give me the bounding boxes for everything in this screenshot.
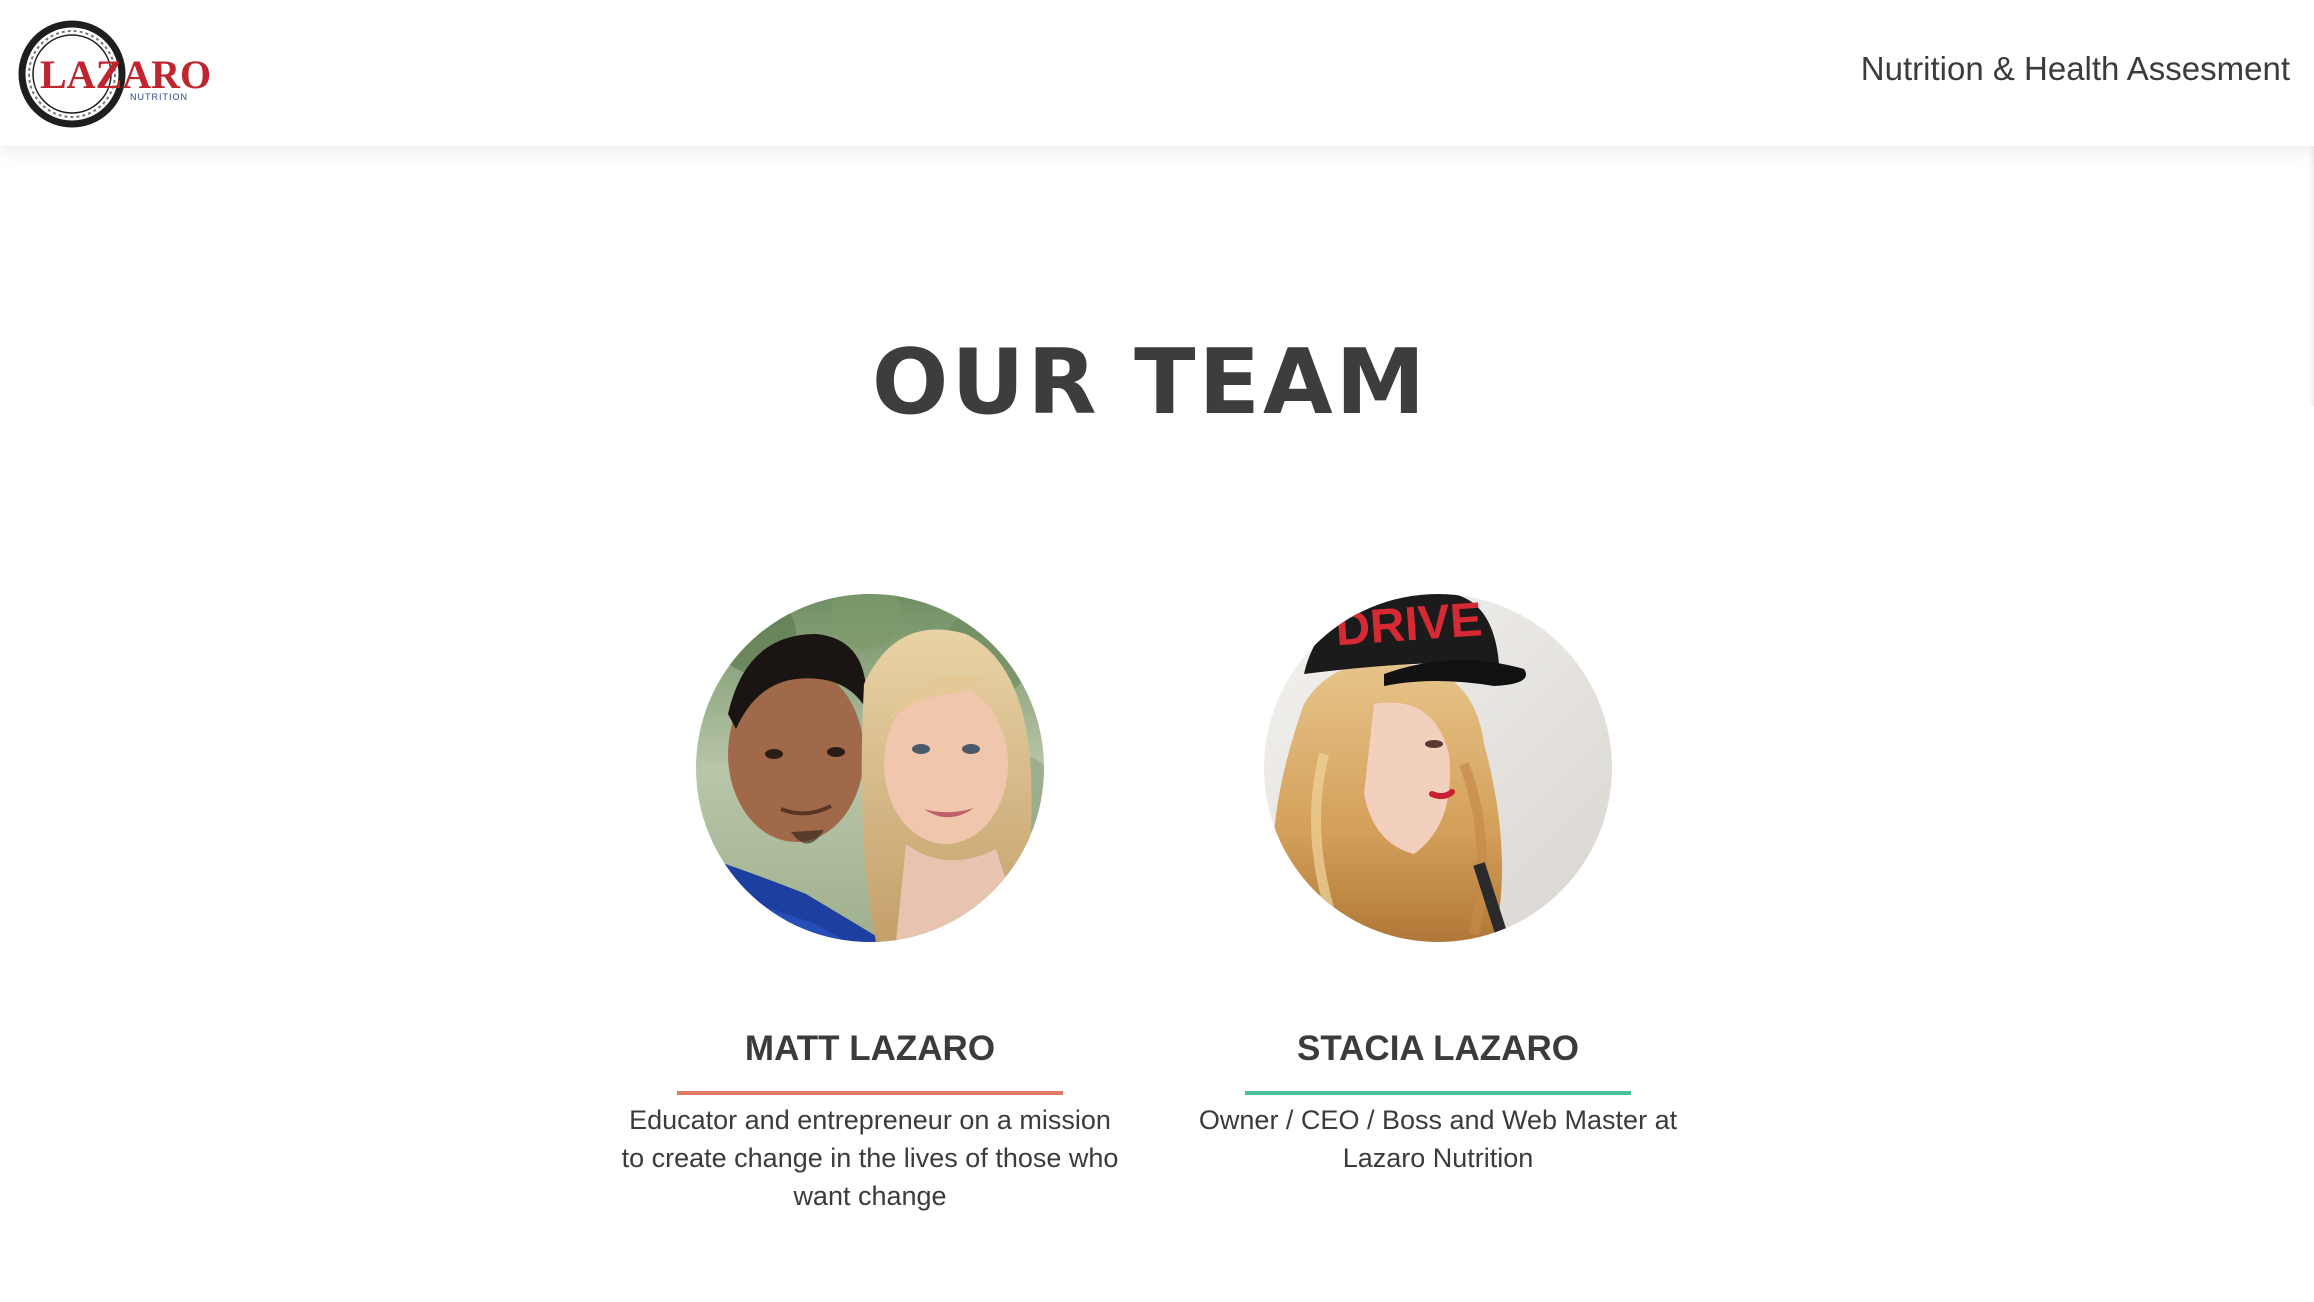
- logo-graphic: LAZARO NUTRITION: [18, 20, 211, 128]
- nav-nutrition-health-assessment[interactable]: Nutrition & Health Assesment: [1861, 50, 2290, 88]
- member-description: Owner / CEO / Boss and Web Master at Laz…: [1198, 1105, 1678, 1173]
- member-description: Educator and entrepreneur on a mission t…: [621, 1105, 1119, 1211]
- section-title: OUR TEAM: [871, 330, 1429, 435]
- page-edge-shadow: [2308, 146, 2314, 406]
- site-header: LAZARO NUTRITION Nutrition & Health Asse…: [0, 0, 2314, 146]
- member-name: STACIA LAZARO: [1297, 1029, 1579, 1068]
- member-photo[interactable]: [696, 594, 1044, 942]
- member-name: MATT LAZARO: [744, 1029, 996, 1068]
- member-photo[interactable]: DRIVE: [1264, 594, 1612, 942]
- photo-stacia: DRIVE: [1264, 594, 1612, 942]
- logo-subtext: NUTRITION: [130, 92, 188, 102]
- team-member-card: DRIVE STACIA LAZARO Owner / CEO / Boss a…: [1178, 594, 1698, 1177]
- page: LAZARO NUTRITION Nutrition & Health Asse…: [0, 0, 2314, 1302]
- photo-matt-and-stacia: [696, 594, 1044, 942]
- lazaro-nutrition-logo[interactable]: LAZARO NUTRITION: [18, 18, 228, 130]
- member-name-underline: [1245, 1091, 1631, 1095]
- svg-text:DRIVE: DRIVE: [1334, 594, 1484, 656]
- team-member-card: MATT LAZARO Educator and entrepreneur on…: [610, 594, 1130, 1215]
- logo-wordmark: LAZARO: [40, 52, 211, 97]
- member-name-underline: [677, 1091, 1063, 1095]
